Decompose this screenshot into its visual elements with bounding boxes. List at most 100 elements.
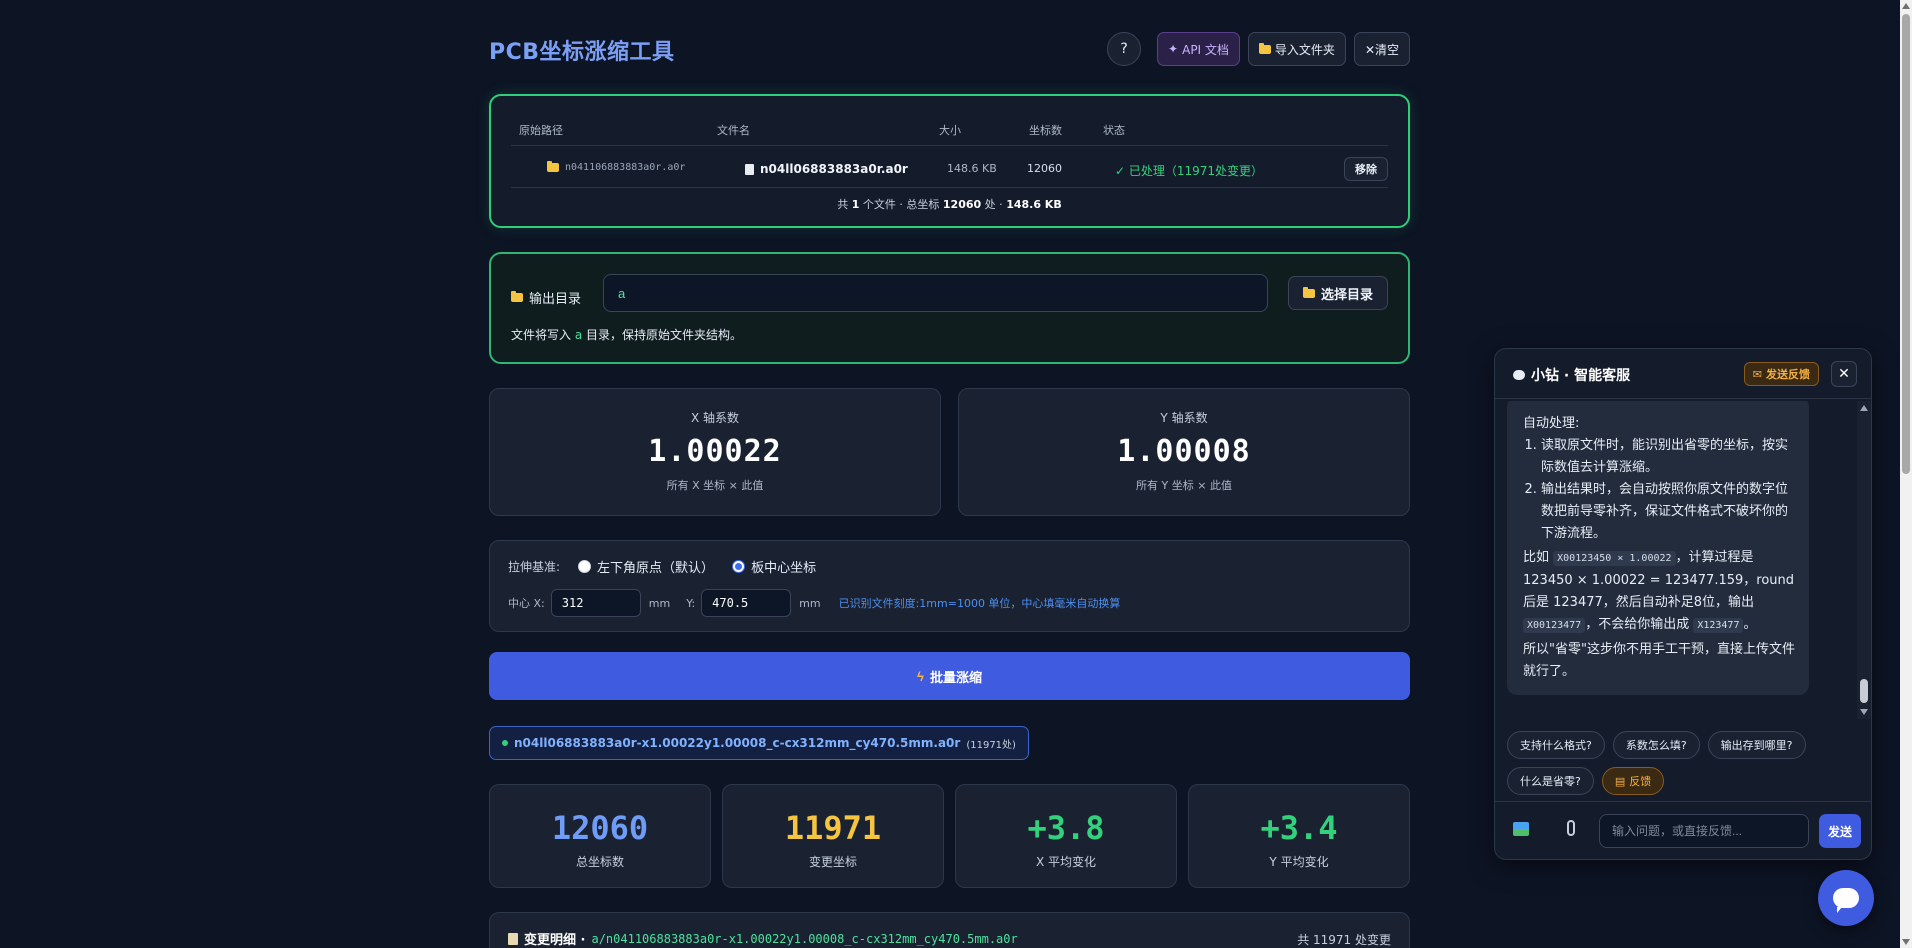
stat-value: +3.8 xyxy=(1027,809,1105,847)
page-title: PCB坐标涨缩工具 xyxy=(489,40,675,65)
chat-input-bar: 发送 xyxy=(1495,801,1871,859)
scroll-up-icon[interactable] xyxy=(1860,405,1868,411)
unit-label: mm xyxy=(799,596,821,610)
message-example: 比如 X00123450 × 1.00022 ，计算过程是 123450 × 1.… xyxy=(1523,547,1795,637)
clear-button[interactable]: ✕清空 xyxy=(1353,32,1410,66)
output-note: 文件将写入 a 目录，保持原始文件夹结构。 xyxy=(511,326,742,343)
chip-formats[interactable]: 支持什么格式? xyxy=(1507,731,1605,759)
summary-size: 148.6 KB xyxy=(1006,198,1062,211)
column-header-count: 坐标数 xyxy=(1029,124,1062,137)
api-docs-button[interactable]: ✦ API 文档 xyxy=(1157,32,1240,66)
column-header-path: 原始路径 xyxy=(519,124,563,137)
message-text: ，不会给你输出成 xyxy=(1585,617,1694,632)
page-scrollbar[interactable] xyxy=(1900,0,1912,948)
output-dir-label: 输出目录 xyxy=(511,288,581,307)
scroll-down-icon[interactable] xyxy=(1902,939,1910,945)
import-folder-label: 导入文件夹 xyxy=(1274,42,1335,57)
import-folder-button[interactable]: 导入文件夹 xyxy=(1247,32,1346,66)
y-coefficient-card[interactable]: Y 轴系数 1.00008 所有 Y 坐标 × 此值 xyxy=(958,388,1410,516)
changes-card: 变更明细 · a/n041106883883a0r-x1.00022y1.000… xyxy=(489,912,1410,948)
chip-output-location[interactable]: 输出存到哪里? xyxy=(1707,731,1806,759)
stat-label: Y 平均变化 xyxy=(1269,855,1329,869)
folder-icon xyxy=(547,161,559,172)
stat-label: 总坐标数 xyxy=(575,855,624,869)
status-dot-icon xyxy=(502,740,508,746)
scroll-thumb[interactable] xyxy=(1860,679,1868,703)
column-header-status: 状态 xyxy=(1103,124,1125,137)
message-list-item: 输出结果时，会自动按照你原文件的数字位数把前导零补齐，保证文件格式不破坏你的下游… xyxy=(1541,479,1795,545)
help-button[interactable]: ? xyxy=(1107,32,1142,66)
chat-input[interactable] xyxy=(1599,814,1809,848)
radio-origin[interactable]: 左下角原点（默认） xyxy=(578,557,714,576)
x-coefficient-card[interactable]: X 轴系数 1.00022 所有 X 坐标 × 此值 xyxy=(489,388,941,516)
table-row: n041106883883a0r.a0r n04ll06883883a0r.a0… xyxy=(511,150,1388,188)
chat-title-text: 小钻 · 智能客服 xyxy=(1531,368,1631,384)
radio-board-center[interactable]: 板中心坐标 xyxy=(732,557,816,576)
files-summary: 共 1 个文件 · 总坐标 12060 处 · 148.6 KB xyxy=(491,196,1408,212)
remove-button[interactable]: 移除 xyxy=(1344,157,1388,181)
chat-panel: 小钻 · 智能客服 ✉ 发送反馈 ✕ 自动处理: 读取原文件时，能识别出省零的坐… xyxy=(1494,348,1872,860)
api-docs-label: API 文档 xyxy=(1182,42,1229,57)
send-feedback-label: 发送反馈 xyxy=(1766,368,1810,381)
stat-x-avg-change: +3.8 X 平均变化 xyxy=(955,784,1177,888)
send-button[interactable]: 发送 xyxy=(1819,814,1861,848)
center-y-input[interactable] xyxy=(701,589,792,617)
center-x-label: 中心 X: xyxy=(508,597,545,610)
output-dir-input[interactable] xyxy=(603,274,1268,312)
chip-zero-omission[interactable]: 什么是省零? xyxy=(1507,767,1594,795)
center-x-input[interactable] xyxy=(550,589,641,617)
chat-scrollbar[interactable] xyxy=(1857,401,1871,719)
message-closing: 所以"省零"这步你不用手工干预，直接上传文件就行了。 xyxy=(1523,642,1795,679)
stretch-base-card: 拉伸基准: 左下角原点（默认） 板中心坐标 中心 X: mm Y: mm 已识别… xyxy=(489,540,1410,632)
image-upload-icon[interactable] xyxy=(1513,822,1529,836)
changes-title: 变更明细 · a/n041106883883a0r-x1.00022y1.000… xyxy=(508,929,1018,948)
scroll-down-icon[interactable] xyxy=(1860,709,1868,715)
chip-feedback[interactable]: ▤ 反馈 xyxy=(1601,767,1665,795)
scroll-up-icon[interactable] xyxy=(1902,3,1910,9)
output-dir-label-text: 输出目录 xyxy=(529,292,582,307)
chip-coefficients[interactable]: 系数怎么填? xyxy=(1612,731,1700,759)
chat-messages: 自动处理: 读取原文件时，能识别出省零的坐标，按实际数值去计算涨缩。 输出结果时… xyxy=(1495,401,1859,719)
stat-y-avg-change: +3.4 Y 平均变化 xyxy=(1188,784,1410,888)
mail-icon: ✉ xyxy=(1752,367,1762,381)
batch-scale-button[interactable]: ϟ 批量涨缩 xyxy=(489,652,1410,700)
message-list-item: 读取原文件时，能识别出省零的坐标，按实际数值去计算涨缩。 xyxy=(1541,435,1795,479)
header-actions: ? ✦ API 文档 导入文件夹 ✕清空 xyxy=(1107,32,1410,66)
radio-icon xyxy=(578,560,592,573)
radio-origin-label: 左下角原点（默认） xyxy=(597,561,715,576)
choose-dir-button[interactable]: 选择目录 xyxy=(1287,276,1388,310)
quick-questions: 支持什么格式? 系数怎么填? 输出存到哪里? 什么是省零? ▤ 反馈 xyxy=(1507,731,1861,795)
stat-value: 11971 xyxy=(784,809,882,847)
message-code: X00123450 × 1.00022 xyxy=(1553,551,1676,566)
x-coefficient-label: X 轴系数 xyxy=(690,411,740,425)
chat-close-button[interactable]: ✕ xyxy=(1831,361,1857,387)
column-header-size: 大小 xyxy=(939,124,961,137)
count-cell: 12060 xyxy=(1027,162,1062,175)
stretch-base-label: 拉伸基准: xyxy=(508,560,561,574)
changes-title-text: 变更明细 · xyxy=(524,933,586,948)
result-filename: n04ll06883883a0r-x1.00022y1.00008_c-cx31… xyxy=(514,736,961,750)
y-coefficient-label: Y 轴系数 xyxy=(1160,411,1208,425)
message-code: X00123477 xyxy=(1523,618,1586,633)
output-note-text: 目录，保持原始文件夹结构。 xyxy=(582,328,743,342)
message-text: 。 xyxy=(1743,617,1757,632)
close-icon: ✕ xyxy=(1838,366,1850,382)
output-dir-card: 输出目录 选择目录 文件将写入 a 目录，保持原始文件夹结构。 xyxy=(489,252,1410,364)
chat-fab-button[interactable] xyxy=(1818,870,1874,926)
lightning-icon: ϟ xyxy=(917,668,924,684)
attach-icon[interactable] xyxy=(1567,820,1575,836)
file-icon xyxy=(745,163,754,175)
summary-text: 处 · xyxy=(981,198,1007,211)
status-cell: ✓ 已处理（11971处变更） xyxy=(1115,164,1264,178)
table-header: 原始路径 文件名 大小 坐标数 状态 xyxy=(511,122,1388,146)
message-list: 读取原文件时，能识别出省零的坐标，按实际数值去计算涨缩。 输出结果时，会自动按照… xyxy=(1523,435,1795,545)
folder-icon xyxy=(511,291,523,302)
result-file-tag[interactable]: n04ll06883883a0r-x1.00022y1.00008_c-cx31… xyxy=(489,726,1029,760)
send-feedback-button[interactable]: ✉ 发送反馈 xyxy=(1743,362,1819,386)
scale-hint: 已识别文件刻度:1mm=1000 单位，中心填毫米自动换算 xyxy=(838,597,1121,610)
y-coefficient-value[interactable]: 1.00008 xyxy=(959,434,1409,469)
x-coefficient-value[interactable]: 1.00022 xyxy=(490,434,940,469)
header: PCB坐标涨缩工具 ? ✦ API 文档 导入文件夹 ✕清空 xyxy=(489,30,1410,70)
choose-dir-label: 选择目录 xyxy=(1320,287,1373,303)
scroll-thumb[interactable] xyxy=(1902,14,1910,474)
